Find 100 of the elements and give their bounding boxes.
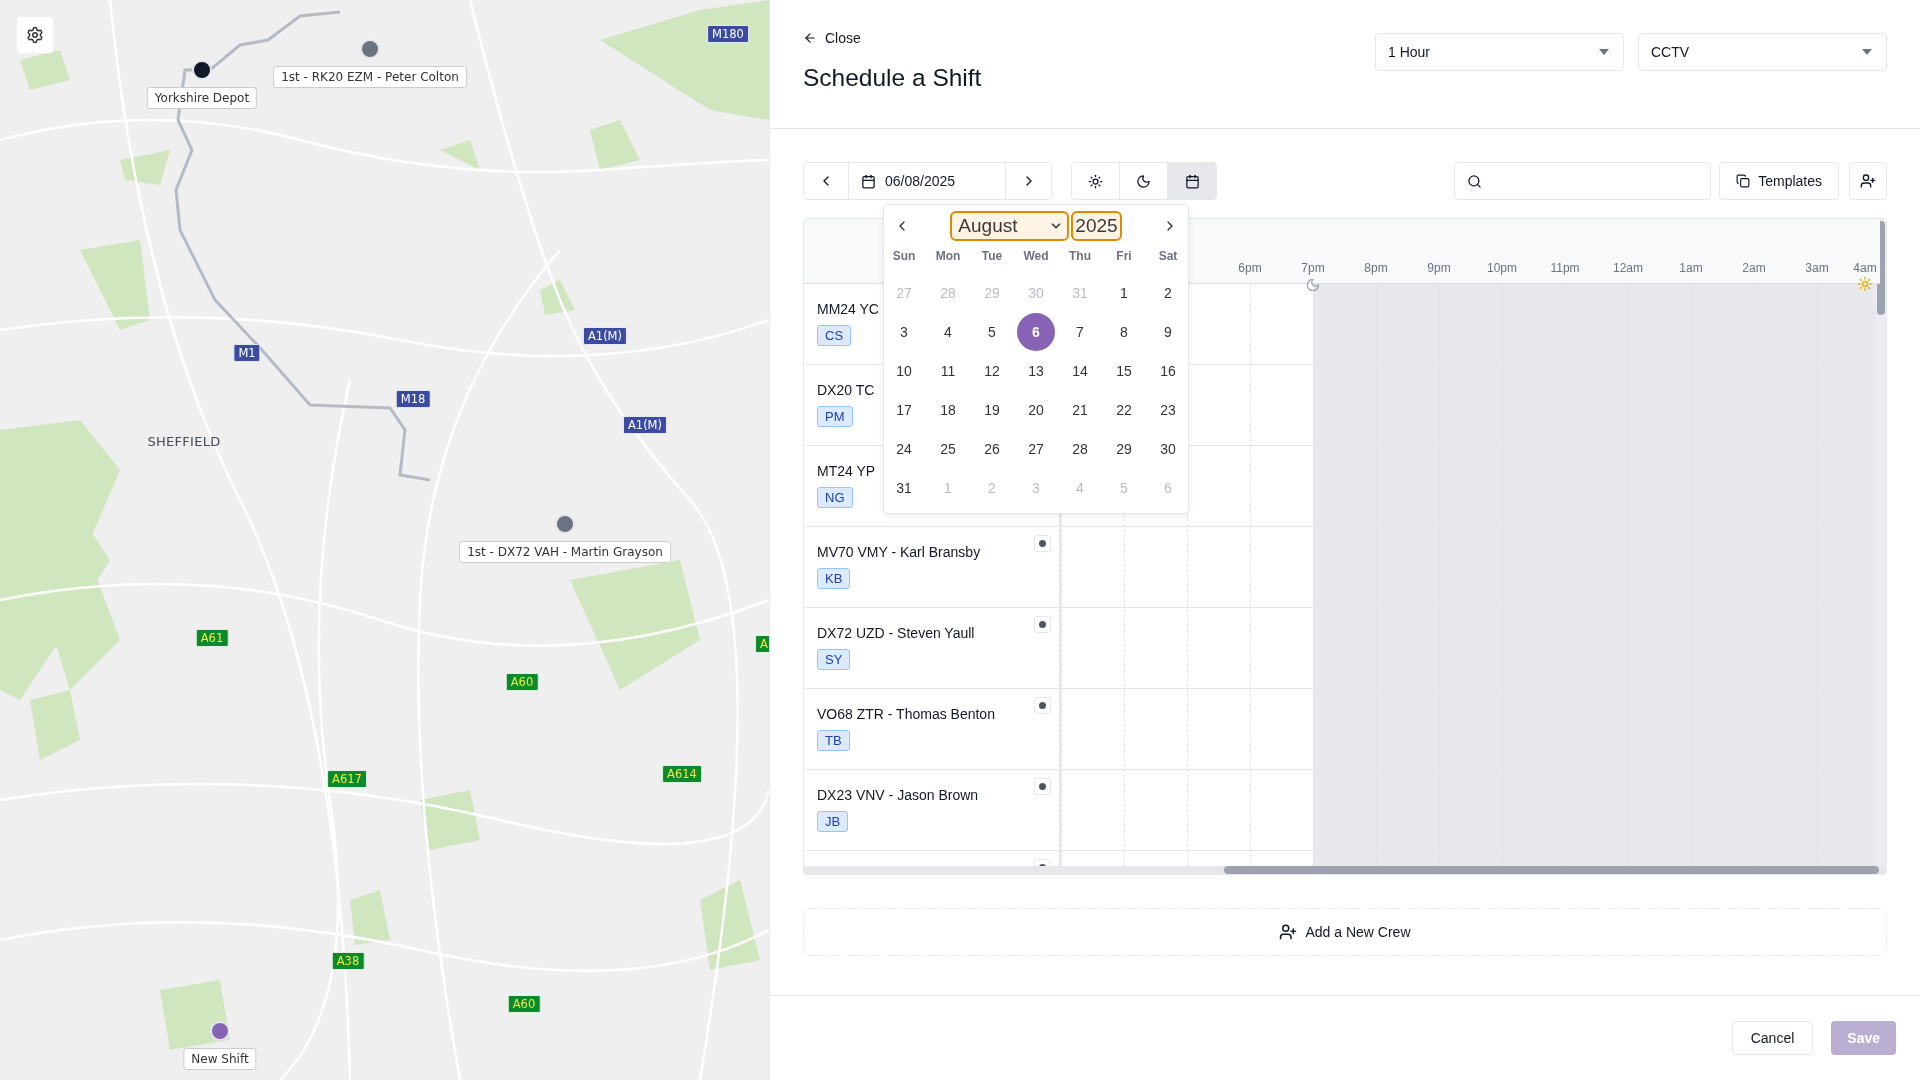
calendar-day[interactable]: 12 (973, 351, 1011, 390)
scrollbar-thumb[interactable] (1877, 221, 1885, 315)
initials-badge: NG (817, 487, 853, 508)
calendar-day[interactable]: 31 (885, 468, 923, 507)
hour-label: 10pm (1487, 261, 1517, 275)
calendar-day[interactable]: 13 (1017, 351, 1055, 390)
map-pin[interactable] (192, 60, 212, 80)
options-button[interactable] (1034, 535, 1051, 552)
hour-label: 7pm (1301, 261, 1325, 275)
view-toggle[interactable] (1072, 163, 1120, 199)
calendar-day[interactable]: 17 (885, 390, 923, 429)
search-icon (1467, 173, 1483, 189)
hour-label: 3am (1805, 261, 1829, 275)
initials-badge: SY (817, 649, 851, 670)
add-crew-button[interactable]: Add a New Crew (803, 908, 1887, 956)
month-select[interactable]: August (950, 211, 1070, 241)
hour-label: 9pm (1427, 261, 1451, 275)
arrow-left-icon (803, 31, 817, 45)
hour-label: 6pm (1238, 261, 1262, 275)
crew-name: DX72 UZD - Steven Yaull (817, 625, 976, 641)
dot-icon (1039, 540, 1046, 547)
calendar-day[interactable]: 27 (1017, 429, 1055, 468)
crew-name: MM24 YC (817, 301, 880, 317)
road-shield: A617 (327, 770, 367, 788)
close-link[interactable]: Close (803, 30, 861, 46)
road-shield: M180 (707, 25, 749, 43)
place-label: SHEFFIELD (147, 433, 221, 449)
pin-label: 1st - RK20 EZM - Peter Colton (273, 66, 467, 88)
calendar-day[interactable]: 10 (885, 351, 923, 390)
road-shield: A1(M) (622, 416, 668, 434)
user-plus-icon (1860, 173, 1876, 189)
hour-label: 1am (1679, 261, 1703, 275)
search-field[interactable] (1454, 162, 1712, 200)
calendar-day[interactable]: 23 (1149, 390, 1187, 429)
calendar-day[interactable]: 2 (1149, 273, 1187, 312)
calendar-day[interactable]: 14 (1061, 351, 1099, 390)
road-shield: M1 (233, 344, 261, 362)
sun-icon (1858, 277, 1872, 291)
road-shield: M18 (395, 390, 431, 408)
calendar-day[interactable]: 5 (973, 312, 1011, 351)
calendar-day[interactable]: 30 (1149, 429, 1187, 468)
hour-label: 4am (1853, 261, 1877, 275)
calendar-day[interactable]: 15 (1105, 351, 1143, 390)
calendar-day[interactable]: 25 (929, 429, 967, 468)
hour-label: 12am (1613, 261, 1643, 275)
year-select[interactable]: 2025 (1071, 211, 1122, 241)
calendar-icon (861, 173, 876, 189)
options-button[interactable] (1034, 697, 1051, 714)
select-field[interactable]: 1 Hour (1375, 33, 1624, 71)
weekday-label: Tue (980, 248, 1004, 265)
calendar-day[interactable]: 9 (1149, 312, 1187, 351)
options-button[interactable] (1034, 778, 1051, 795)
road-shield: A61 (195, 629, 229, 647)
cancel-button[interactable]: Cancel (1731, 1021, 1814, 1055)
road-shield: A1(M) (582, 327, 628, 345)
user-plus-icon (1279, 923, 1298, 941)
crew-name: MV70 VMY - Karl Bransby (817, 544, 982, 560)
hour-label: 11pm (1550, 261, 1580, 275)
pin-label: Yorkshire Depot (146, 87, 258, 109)
dot-icon (1039, 783, 1046, 790)
add-person-button[interactable] (1849, 162, 1887, 200)
calendar-day[interactable]: 29 (1105, 429, 1143, 468)
calendar-day[interactable]: 18 (929, 390, 967, 429)
weekday-label: Thu (1068, 248, 1092, 265)
settings-icon (26, 26, 44, 44)
caret-icon (1599, 49, 1609, 55)
dot-icon (1039, 621, 1046, 628)
view-toggle[interactable] (1168, 163, 1216, 199)
calendar-day[interactable]: 6 (1017, 312, 1055, 351)
hour-label: 8pm (1364, 261, 1388, 275)
settings-button[interactable] (17, 17, 53, 53)
calendar-day[interactable]: 1 (1105, 273, 1143, 312)
road-shield: A60 (505, 673, 539, 691)
calendar-day[interactable]: 7 (1061, 312, 1099, 351)
scrollbar-thumb[interactable] (1224, 866, 1879, 874)
options-button[interactable] (1034, 616, 1051, 633)
caret-icon (1862, 49, 1872, 55)
calendar-day[interactable]: 28 (1061, 429, 1099, 468)
calendar-day[interactable]: 26 (973, 429, 1011, 468)
copy-icon (1736, 174, 1751, 188)
calendar-day[interactable]: 22 (1105, 390, 1143, 429)
calendar-day[interactable]: 24 (885, 429, 923, 468)
road-shield: A614 (662, 765, 702, 783)
crew-name: MT24 YP (817, 463, 877, 479)
initials-badge: JB (817, 811, 849, 832)
weekday-label: Sat (1157, 248, 1179, 265)
calendar-day[interactable]: 3 (885, 312, 923, 351)
select-field[interactable]: CCTV (1638, 33, 1887, 71)
calendar-day[interactable]: 11 (929, 351, 967, 390)
pin-label: New Shift (183, 1048, 257, 1070)
calendar-day[interactable]: 21 (1061, 390, 1099, 429)
calendar-day[interactable]: 16 (1149, 351, 1187, 390)
calendar-day[interactable]: 20 (1017, 390, 1055, 429)
calendar-day[interactable]: 19 (973, 390, 1011, 429)
hour-label: 2am (1742, 261, 1766, 275)
calendar-day[interactable]: 4 (929, 312, 967, 351)
templates-button[interactable]: Templates (1719, 162, 1839, 200)
calendar-day[interactable]: 8 (1105, 312, 1143, 351)
road-shield: A (755, 635, 769, 653)
initials-badge: PM (817, 406, 853, 427)
